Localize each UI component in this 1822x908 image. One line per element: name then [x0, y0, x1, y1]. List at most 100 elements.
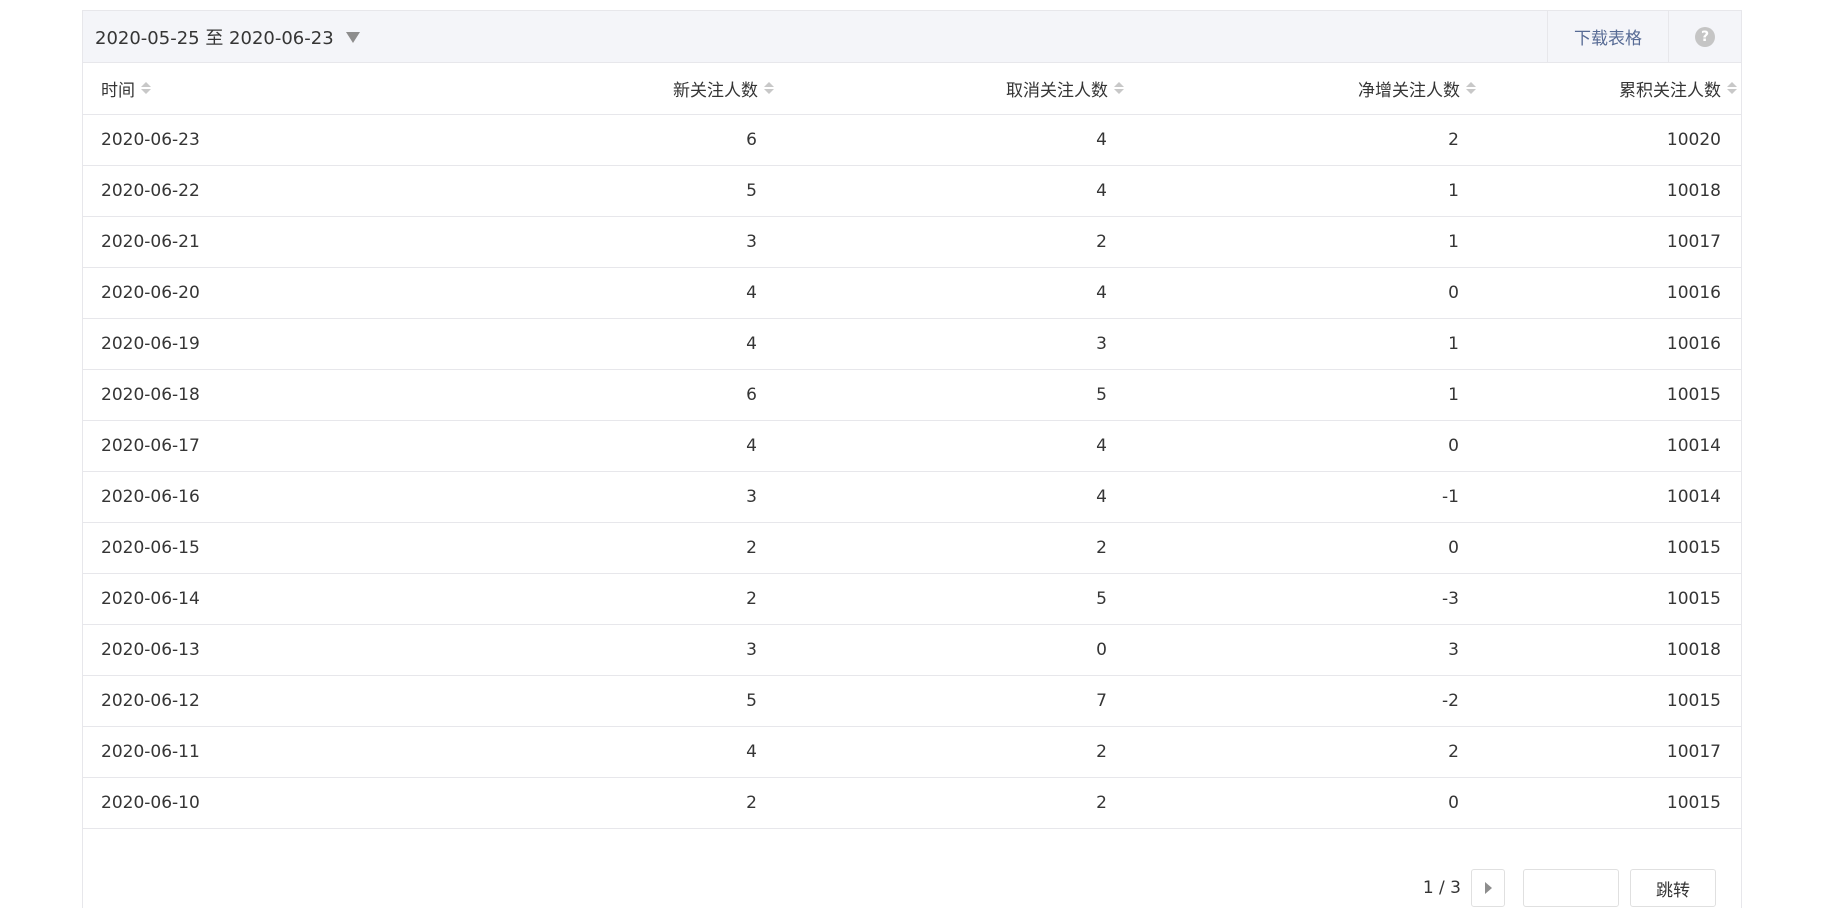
table-row: 2020-06-11 4 2 2 10017 [83, 726, 1741, 778]
cell-net-followers: 1 [1128, 369, 1480, 421]
cell-time: 2020-06-10 [83, 777, 428, 829]
cell-unfollowers: 4 [778, 165, 1128, 217]
cell-value: 1 [1448, 180, 1459, 201]
page-jump-input[interactable] [1523, 869, 1619, 907]
cell-new-followers: 3 [428, 624, 778, 676]
header-net-followers[interactable]: 净增关注人数 [1128, 63, 1480, 115]
table-row: 2020-06-15 2 2 0 10015 [83, 522, 1741, 574]
table-row: 2020-06-16 3 4 -1 10014 [83, 471, 1741, 523]
cell-value: 10016 [1666, 282, 1721, 303]
cell-unfollowers: 7 [778, 675, 1128, 727]
cell-net-followers: 0 [1128, 777, 1480, 829]
cell-value: 10015 [1666, 384, 1721, 405]
cell-value: 0 [1096, 639, 1107, 660]
header-time[interactable]: 时间 [83, 63, 428, 115]
cell-value: 2 [1448, 741, 1459, 762]
cell-cumulative-followers: 10018 [1480, 165, 1741, 217]
cell-value: 2020-06-13 [101, 639, 200, 660]
header-label: 净增关注人数 [1358, 80, 1460, 101]
cell-value: 1 [1448, 384, 1459, 405]
cell-value: 2020-06-22 [101, 180, 200, 201]
header-unfollowers[interactable]: 取消关注人数 [778, 63, 1128, 115]
cell-value: 3 [746, 486, 757, 507]
cell-net-followers: 2 [1128, 726, 1480, 778]
cell-new-followers: 2 [428, 573, 778, 625]
cell-new-followers: 2 [428, 522, 778, 574]
sort-icon [141, 82, 151, 95]
cell-value: 4 [1096, 486, 1107, 507]
help-button[interactable]: ? [1668, 11, 1741, 62]
cell-net-followers: 0 [1128, 420, 1480, 472]
download-table-button[interactable]: 下载表格 [1547, 11, 1668, 62]
cell-cumulative-followers: 10015 [1480, 777, 1741, 829]
cell-new-followers: 2 [428, 777, 778, 829]
cell-new-followers: 4 [428, 267, 778, 319]
cell-new-followers: 4 [428, 726, 778, 778]
cell-time: 2020-06-14 [83, 573, 428, 625]
cell-cumulative-followers: 10015 [1480, 675, 1741, 727]
cell-net-followers: 1 [1128, 318, 1480, 370]
cell-value: 10014 [1666, 486, 1721, 507]
cell-value: 10015 [1666, 537, 1721, 558]
toolbar-actions: 下载表格 ? [1547, 11, 1741, 62]
header-new-followers[interactable]: 新关注人数 [428, 63, 778, 115]
table-row: 2020-06-20 4 4 0 10016 [83, 267, 1741, 319]
cell-net-followers: 0 [1128, 522, 1480, 574]
cell-value: 3 [1096, 333, 1107, 354]
cell-time: 2020-06-15 [83, 522, 428, 574]
cell-cumulative-followers: 10015 [1480, 522, 1741, 574]
cell-cumulative-followers: 10015 [1480, 369, 1741, 421]
table-row: 2020-06-10 2 2 0 10015 [83, 777, 1741, 829]
sort-icon [1727, 82, 1737, 95]
date-range-dropdown[interactable]: 2020-05-25 至 2020-06-23 [83, 11, 360, 62]
cell-net-followers: -1 [1128, 471, 1480, 523]
header-label: 新关注人数 [673, 80, 758, 101]
cell-value: 2020-06-20 [101, 282, 200, 303]
sort-icon [1114, 82, 1124, 95]
cell-value: 1 [1448, 333, 1459, 354]
cell-time: 2020-06-23 [83, 114, 428, 166]
cell-value: 2 [1096, 231, 1107, 252]
cell-value: 2 [1448, 129, 1459, 150]
sort-icon [1466, 82, 1476, 95]
question-circle-icon: ? [1695, 26, 1715, 47]
cell-unfollowers: 4 [778, 420, 1128, 472]
cell-unfollowers: 5 [778, 573, 1128, 625]
next-page-button[interactable] [1471, 869, 1505, 907]
cell-value: 10016 [1666, 333, 1721, 354]
cell-unfollowers: 2 [778, 777, 1128, 829]
cell-value: 2 [1096, 741, 1107, 762]
cell-value: 5 [746, 690, 757, 711]
cell-unfollowers: 2 [778, 522, 1128, 574]
header-label: 取消关注人数 [1006, 80, 1108, 101]
cell-value: 3 [1448, 639, 1459, 660]
cell-new-followers: 6 [428, 369, 778, 421]
cell-value: 2 [746, 588, 757, 609]
table-row: 2020-06-13 3 0 3 10018 [83, 624, 1741, 676]
table-row: 2020-06-18 6 5 1 10015 [83, 369, 1741, 421]
header-label: 累积关注人数 [1619, 80, 1721, 101]
cell-value: 2020-06-17 [101, 435, 200, 456]
caret-down-icon [345, 32, 360, 43]
cell-value: 4 [746, 741, 757, 762]
date-range-label: 2020-05-25 至 2020-06-23 [95, 27, 334, 49]
sort-icon [764, 82, 774, 95]
cell-net-followers: 1 [1128, 165, 1480, 217]
header-label: 时间 [101, 80, 135, 101]
cell-cumulative-followers: 10015 [1480, 573, 1741, 625]
cell-unfollowers: 4 [778, 471, 1128, 523]
cell-time: 2020-06-16 [83, 471, 428, 523]
cell-value: 2020-06-16 [101, 486, 200, 507]
cell-value: 10017 [1666, 231, 1721, 252]
table-toolbar: 2020-05-25 至 2020-06-23 下载表格 ? [83, 11, 1741, 63]
caret-right-icon [1484, 882, 1492, 894]
cell-time: 2020-06-22 [83, 165, 428, 217]
pagination: 1 / 3 跳转 [1423, 869, 1716, 907]
header-cumulative-followers[interactable]: 累积关注人数 [1480, 63, 1741, 115]
cell-net-followers: 1 [1128, 216, 1480, 268]
jump-button[interactable]: 跳转 [1630, 869, 1716, 907]
cell-time: 2020-06-12 [83, 675, 428, 727]
cell-time: 2020-06-13 [83, 624, 428, 676]
cell-cumulative-followers: 10018 [1480, 624, 1741, 676]
table-body: 2020-06-23 6 4 2 10020 2020-06-22 5 4 1 10018 2020… [83, 114, 1741, 829]
